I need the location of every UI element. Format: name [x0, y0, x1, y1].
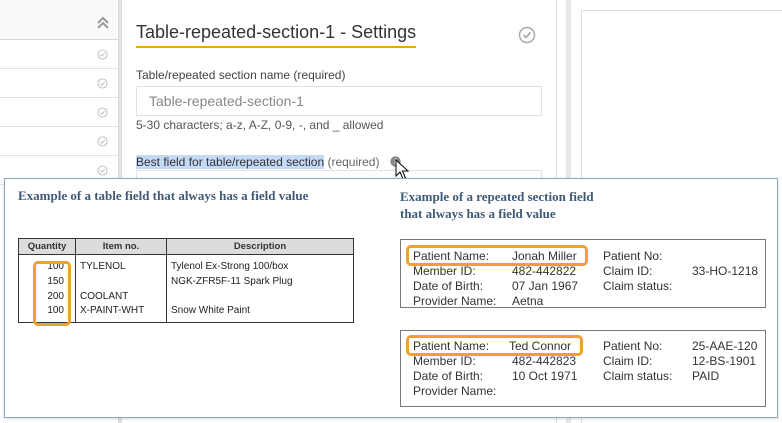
table-cell: [166, 288, 354, 304]
repeated-example-title-line2: that always has a field value: [400, 206, 556, 221]
patient-no-value: 25-AAE-120: [692, 339, 758, 353]
dob-value: 07 Jan 1967: [512, 279, 579, 293]
quantity-highlight-box: [33, 261, 71, 326]
check-circle-icon[interactable]: [518, 26, 536, 44]
patient-name-value: Ted Connor: [509, 339, 572, 353]
dob-value: 10 Oct 1971: [512, 369, 578, 383]
list-item[interactable]: [0, 69, 118, 98]
best-field-help-tooltip: Example of a table field that always has…: [4, 178, 778, 418]
name-field-label: Table/repeated section name (required): [136, 68, 346, 82]
table-cell: COOLANT: [75, 288, 167, 304]
table-cell: TYLENOL: [75, 254, 167, 274]
patient-record: Patient Name: Jonah Miller Member ID: 48…: [400, 239, 766, 308]
claim-id-label: Claim ID:: [603, 354, 653, 368]
member-id-value: 482-442822: [512, 264, 577, 278]
double-chevron-up-icon[interactable]: [96, 16, 110, 30]
member-id-label: Member ID:: [413, 354, 476, 368]
check-circle-icon: [97, 165, 108, 176]
table-cell: NGK-ZFR5F-11 Spark Plug: [166, 273, 354, 289]
list-item[interactable]: [0, 127, 118, 156]
claim-status-value: PAID: [692, 369, 720, 383]
column-header: Item no.: [75, 238, 167, 255]
table-cell: X-PAINT-WHT: [75, 303, 167, 323]
list-item[interactable]: [0, 98, 118, 127]
patient-name-label: Patient Name:: [413, 339, 490, 353]
patient-no-label: Patient No:: [603, 249, 663, 263]
provider-label: Provider Name:: [413, 384, 497, 398]
member-id-value: 482-442823: [512, 354, 577, 368]
claim-id-value: 12-BS-1901: [692, 354, 757, 368]
patient-name-value: Jonah Miller: [512, 249, 577, 263]
list-item[interactable]: [0, 40, 118, 69]
member-id-label: Member ID:: [413, 264, 476, 278]
best-field-label: Best field for table/repeated section (r…: [136, 155, 379, 169]
check-circle-icon: [97, 78, 108, 89]
claim-status-label: Claim status:: [603, 279, 673, 293]
table-cell: Snow White Paint: [166, 303, 354, 323]
name-field-hint: 5-30 characters; a-z, A-Z, 0-9, -, and _…: [136, 118, 384, 132]
best-field-label-text: Best field for table/repeated section: [136, 155, 325, 169]
required-marker: (required): [324, 155, 380, 169]
page-title: Table-repeated-section-1 - Settings: [136, 22, 417, 48]
claim-id-value: 33-HO-1218: [692, 264, 759, 278]
check-circle-icon: [97, 136, 108, 147]
provider-value: Aetna: [512, 294, 544, 308]
provider-label: Provider Name:: [413, 294, 497, 308]
column-header: Description: [166, 238, 354, 255]
column-header: Quantity: [18, 238, 76, 255]
claim-status-label: Claim status:: [603, 369, 673, 383]
patient-record: Patient Name: Ted Connor Member ID: 482-…: [400, 330, 766, 407]
dob-label: Date of Birth:: [413, 279, 484, 293]
section-list-header: [0, 0, 118, 40]
patient-no-label: Patient No:: [603, 339, 663, 353]
check-circle-icon: [97, 107, 108, 118]
table-cell: [75, 273, 167, 289]
repeated-example-title-line1: Example of a repeated section field: [400, 189, 594, 204]
table-example-title: Example of a table field that always has…: [18, 188, 309, 203]
section-name-input[interactable]: [136, 86, 542, 116]
table-cell: Tylenol Ex-Strong 100/box: [166, 254, 354, 274]
dob-label: Date of Birth:: [413, 369, 484, 383]
patient-name-label: Patient Name:: [413, 249, 490, 263]
check-circle-icon: [97, 49, 108, 60]
repeated-example-title: Example of a repeated section field that…: [400, 188, 660, 222]
table-header-row: Quantity Item no. Description: [18, 238, 354, 255]
claim-id-label: Claim ID:: [603, 264, 653, 278]
